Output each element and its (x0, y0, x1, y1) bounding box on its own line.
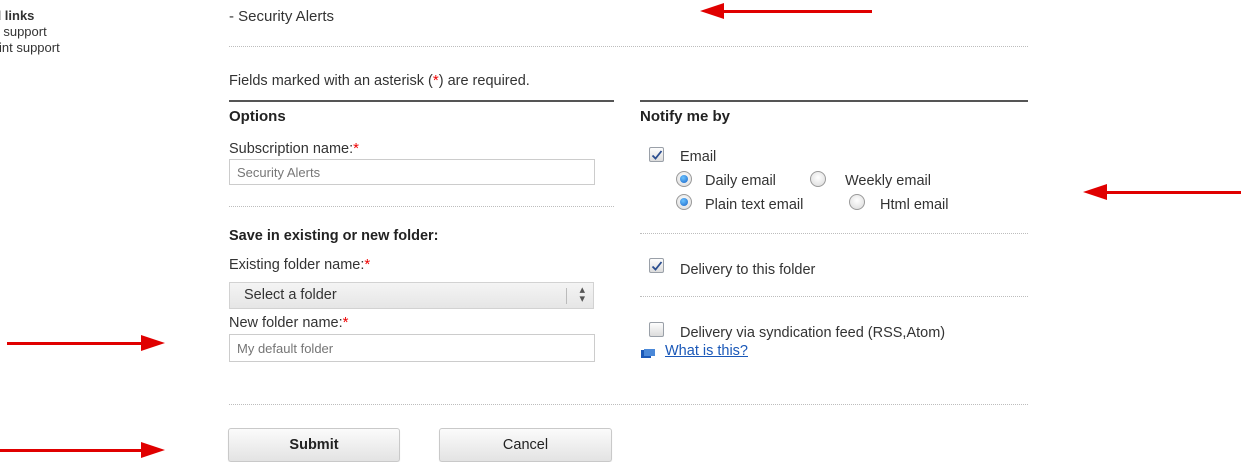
divider (640, 296, 1028, 297)
subscription-name-input[interactable] (229, 159, 595, 185)
notify-rule (640, 100, 1028, 102)
weekly-email-label: Weekly email (845, 173, 931, 189)
annotation-arrow (700, 3, 872, 19)
html-email-label: Html email (880, 197, 949, 213)
folder-delivery-label: Delivery to this folder (680, 262, 816, 278)
syndication-label: Delivery via syndication feed (RSS,Atom) (680, 325, 946, 341)
required-star: * (364, 256, 371, 273)
cancel-button[interactable]: Cancel (439, 428, 612, 462)
related-links-heading: ed links (0, 8, 35, 23)
required-star: * (342, 314, 349, 331)
related-links: ed links vo support Print support (0, 8, 60, 56)
email-label: Email (680, 149, 717, 165)
new-folder-input[interactable] (229, 334, 595, 362)
divider (229, 206, 614, 207)
weekly-email-radio[interactable] (810, 171, 826, 187)
info-icon (641, 346, 655, 358)
plain-text-email-label: Plain text email (705, 197, 804, 213)
page-subtitle: - Security Alerts (229, 8, 335, 25)
annotation-arrow (0, 442, 165, 458)
plain-text-email-radio[interactable] (676, 194, 692, 210)
required-note: Fields marked with an asterisk (*) are r… (229, 72, 530, 89)
existing-folder-label: Existing folder name:* (229, 256, 371, 273)
checkmark-icon (651, 261, 663, 271)
divider (229, 46, 1028, 47)
select-arrows-icon: ▴ ▾ (579, 284, 585, 305)
folder-heading: Save in existing or new folder: (229, 228, 439, 244)
related-link-print-support[interactable]: Print support (0, 40, 60, 56)
new-folder-label: New folder name:* (229, 314, 349, 331)
daily-email-label: Daily email (705, 173, 776, 189)
existing-folder-select[interactable]: Select a folder ▴ ▾ (229, 282, 594, 309)
existing-folder-value: Select a folder (244, 287, 337, 303)
annotation-arrow (1083, 184, 1241, 200)
annotation-arrow (7, 335, 165, 351)
divider (229, 404, 1028, 405)
subscription-name-label: Subscription name:* (229, 140, 359, 157)
submit-button[interactable]: Submit (228, 428, 400, 462)
divider (640, 233, 1028, 234)
notify-heading: Notify me by (640, 108, 731, 125)
what-is-this-link[interactable]: What is this? (665, 343, 748, 359)
folder-delivery-checkbox[interactable] (649, 258, 664, 273)
email-checkbox[interactable] (649, 147, 664, 162)
required-star: * (353, 140, 359, 157)
related-link-vo-support[interactable]: vo support (0, 24, 60, 40)
html-email-radio[interactable] (849, 194, 865, 210)
checkmark-icon (651, 150, 663, 160)
options-rule (229, 100, 614, 102)
syndication-checkbox[interactable] (649, 322, 664, 337)
options-heading: Options (229, 108, 286, 125)
daily-email-radio[interactable] (676, 171, 692, 187)
